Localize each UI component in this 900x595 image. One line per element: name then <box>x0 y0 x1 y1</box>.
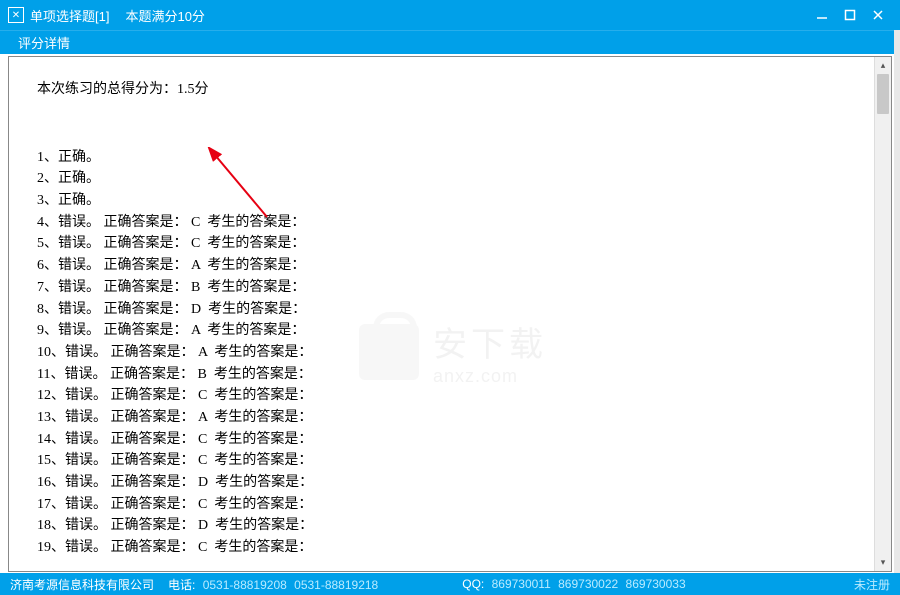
result-row: 15、错误。 正确答案是： C 考生的答案是： <box>37 450 863 472</box>
window-right-edge <box>894 30 900 573</box>
footer-phone-label: 电话: <box>168 578 195 592</box>
result-row: 3、正确。 <box>37 190 863 212</box>
result-row: 7、错误。 正确答案是： B 考生的答案是： <box>37 277 863 299</box>
scroll-up-button[interactable]: ▴ <box>875 57 891 74</box>
results-list: 1、正确。2、正确。3、正确。4、错误。 正确答案是： C 考生的答案是：5、错… <box>37 147 863 559</box>
result-row: 9、错误。 正确答案是： A 考生的答案是： <box>37 320 863 342</box>
minimize-button[interactable] <box>808 0 836 30</box>
result-row: 8、错误。 正确答案是： D 考生的答案是： <box>37 299 863 321</box>
window-subtitle: 本题满分10分 <box>125 6 204 25</box>
maximize-button[interactable] <box>836 0 864 30</box>
scroll-thumb[interactable] <box>877 74 889 114</box>
titlebar: ✕ 单项选择题[1] 本题满分10分 <box>0 0 900 30</box>
close-button[interactable] <box>864 0 892 30</box>
result-row: 19、错误。 正确答案是： C 考生的答案是： <box>37 537 863 559</box>
status-bar: 济南考源信息科技有限公司 电话: 0531-88819208 0531-8881… <box>0 573 900 595</box>
result-row: 2、正确。 <box>37 168 863 190</box>
footer-company: 济南考源信息科技有限公司 <box>10 576 154 593</box>
app-icon: ✕ <box>8 7 24 23</box>
result-row: 10、错误。 正确答案是： A 考生的答案是： <box>37 342 863 364</box>
app-icon-glyph: ✕ <box>12 10 20 21</box>
result-row: 1、正确。 <box>37 147 863 169</box>
scroll-down-button[interactable]: ▾ <box>875 554 891 571</box>
result-row: 6、错误。 正确答案是： A 考生的答案是： <box>37 255 863 277</box>
result-row: 4、错误。 正确答案是： C 考生的答案是： <box>37 212 863 234</box>
footer-qq3: 869730033 <box>626 577 686 591</box>
result-row: 11、错误。 正确答案是： B 考生的答案是： <box>37 364 863 386</box>
result-row: 12、错误。 正确答案是： C 考生的答案是： <box>37 385 863 407</box>
result-row: 13、错误。 正确答案是： A 考生的答案是： <box>37 407 863 429</box>
footer-phone2: 0531-88819218 <box>294 578 378 592</box>
footer-phone1: 0531-88819208 <box>203 578 287 592</box>
result-row: 17、错误。 正确答案是： C 考生的答案是： <box>37 494 863 516</box>
content-body: 本次练习的总得分为：1.5分 1、正确。2、正确。3、正确。4、错误。 正确答案… <box>9 57 891 571</box>
total-score-line: 本次练习的总得分为：1.5分 <box>37 79 863 101</box>
result-row: 5、错误。 正确答案是： C 考生的答案是： <box>37 233 863 255</box>
subheader: 评分详情 <box>0 30 900 54</box>
vertical-scrollbar[interactable]: ▴ ▾ <box>874 57 891 571</box>
footer-qq1: 869730011 <box>492 577 551 591</box>
result-row: 14、错误。 正确答案是： C 考生的答案是： <box>37 429 863 451</box>
footer-qq-label: QQ: <box>462 577 484 591</box>
footer-register-status: 未注册 <box>854 576 890 593</box>
window-title: 单项选择题[1] <box>30 6 109 25</box>
footer-qq2: 869730022 <box>558 577 618 591</box>
content-panel: 本次练习的总得分为：1.5分 1、正确。2、正确。3、正确。4、错误。 正确答案… <box>8 56 892 572</box>
result-row: 16、错误。 正确答案是： D 考生的答案是： <box>37 472 863 494</box>
subheader-label: 评分详情 <box>18 33 70 52</box>
result-row: 18、错误。 正确答案是： D 考生的答案是： <box>37 515 863 537</box>
